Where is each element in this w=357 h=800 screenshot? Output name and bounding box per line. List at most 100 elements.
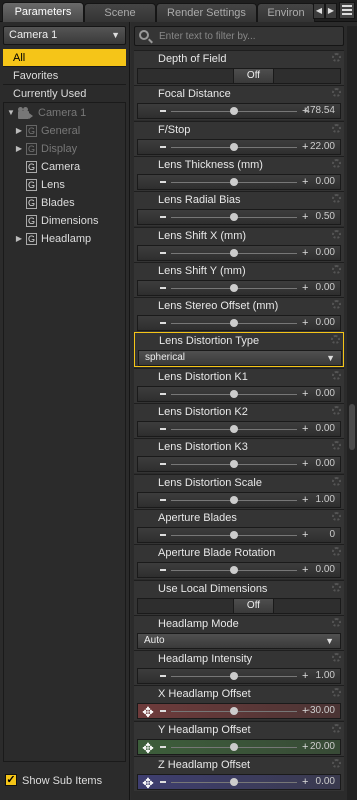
increment-icon[interactable]: + xyxy=(302,424,308,435)
slider-knob[interactable] xyxy=(230,283,238,292)
param-select[interactable]: spherical ▼ xyxy=(138,350,342,367)
gear-icon[interactable] xyxy=(332,511,341,521)
increment-icon[interactable]: + xyxy=(302,494,308,506)
scrollbar-thumb[interactable] xyxy=(349,404,355,450)
decrement-icon[interactable] xyxy=(160,392,166,395)
category-all[interactable]: All xyxy=(3,49,126,67)
param-value[interactable]: 20.00 xyxy=(310,741,335,752)
tab-render-settings[interactable]: Render Settings xyxy=(156,3,257,22)
param-slider[interactable]: +0.00 xyxy=(137,279,341,296)
param-slider[interactable]: ✥ +20.00 xyxy=(137,738,341,755)
expand-arrow-icon[interactable]: ▶ xyxy=(14,230,24,248)
gear-icon[interactable] xyxy=(332,723,341,733)
decrement-icon[interactable] xyxy=(160,145,166,148)
param-value[interactable]: 478.54 xyxy=(304,105,335,116)
param-slider[interactable]: +0.00 xyxy=(137,562,341,579)
param-slider[interactable]: +0.00 xyxy=(137,244,341,261)
gear-icon[interactable] xyxy=(332,759,341,768)
param-slider[interactable]: +0 xyxy=(137,526,341,543)
decrement-icon[interactable] xyxy=(160,463,166,466)
gear-icon[interactable] xyxy=(332,229,341,239)
decrement-icon[interactable] xyxy=(160,110,166,113)
decrement-icon[interactable] xyxy=(160,251,166,254)
param-value[interactable]: 0.00 xyxy=(316,776,335,787)
param-value[interactable]: 0.00 xyxy=(316,564,335,575)
expand-arrow-icon[interactable]: ▶ xyxy=(14,140,24,158)
param-value[interactable]: 0 xyxy=(329,529,335,540)
slider-knob[interactable] xyxy=(230,213,238,222)
tab-scroll-right-icon[interactable]: ▶ xyxy=(325,3,337,19)
gear-icon[interactable] xyxy=(332,547,341,557)
increment-icon[interactable]: + xyxy=(302,459,308,470)
slider-knob[interactable] xyxy=(230,319,238,328)
category-currently-used[interactable]: Currently Used xyxy=(3,85,126,103)
increment-icon[interactable]: + xyxy=(302,529,308,541)
param-slider[interactable]: +478.54 xyxy=(137,103,341,120)
increment-icon[interactable]: + xyxy=(302,565,308,576)
param-value[interactable]: 0.50 xyxy=(316,211,335,222)
param-value[interactable]: 0.00 xyxy=(316,247,335,258)
slider-knob[interactable] xyxy=(230,566,238,575)
gear-icon[interactable] xyxy=(332,53,341,62)
slider-knob[interactable] xyxy=(230,530,238,539)
move-icon[interactable]: ✥ xyxy=(141,705,155,719)
decrement-icon[interactable] xyxy=(160,781,166,783)
param-value[interactable]: 0.00 xyxy=(316,282,335,293)
param-value[interactable]: 0.00 xyxy=(316,388,335,399)
slider-knob[interactable] xyxy=(230,248,238,257)
decrement-icon[interactable] xyxy=(160,533,166,536)
filter-field[interactable] xyxy=(134,26,344,46)
slider-knob[interactable] xyxy=(230,495,238,504)
increment-icon[interactable]: + xyxy=(302,247,308,259)
param-slider[interactable]: +0.00 xyxy=(137,173,341,190)
param-slider[interactable]: +0.00 xyxy=(137,315,341,332)
decrement-icon[interactable] xyxy=(160,745,166,748)
gear-icon[interactable] xyxy=(332,88,341,98)
slider-knob[interactable] xyxy=(230,460,238,469)
param-value[interactable]: 1.00 xyxy=(316,670,335,681)
param-slider[interactable]: +1.00 xyxy=(137,668,341,685)
expand-arrow-icon[interactable]: ▼ xyxy=(6,104,16,122)
filter-input[interactable] xyxy=(159,28,339,44)
increment-icon[interactable]: + xyxy=(302,212,308,223)
param-value[interactable]: 0.00 xyxy=(316,423,335,434)
param-slider[interactable]: ✥ +0.00 xyxy=(137,774,341,790)
slider-knob[interactable] xyxy=(230,425,238,433)
increment-icon[interactable]: + xyxy=(302,176,308,188)
slider-knob[interactable] xyxy=(230,389,238,398)
decrement-icon[interactable] xyxy=(160,216,166,219)
decrement-icon[interactable] xyxy=(160,428,166,430)
scrollbar[interactable] xyxy=(347,26,357,800)
category-favorites[interactable]: Favorites xyxy=(3,67,126,85)
gear-icon[interactable] xyxy=(332,300,341,310)
slider-knob[interactable] xyxy=(230,142,238,151)
move-icon[interactable]: ✥ xyxy=(141,741,155,755)
param-slider[interactable]: +0.00 xyxy=(137,421,341,437)
increment-icon[interactable]: + xyxy=(302,318,308,329)
slider-knob[interactable] xyxy=(230,177,238,186)
param-slider[interactable]: +0.00 xyxy=(137,385,341,402)
tab-parameters[interactable]: Parameters xyxy=(2,2,84,22)
increment-icon[interactable]: + xyxy=(302,671,308,682)
param-value[interactable]: -30.00 xyxy=(307,705,335,716)
param-toggle-button[interactable]: Off xyxy=(233,597,274,614)
param-toggle-button[interactable]: Off xyxy=(233,68,274,84)
move-icon[interactable]: ✥ xyxy=(141,776,155,790)
param-value[interactable]: 0.00 xyxy=(316,317,335,328)
decrement-icon[interactable] xyxy=(160,710,166,713)
gear-icon[interactable] xyxy=(332,582,341,592)
slider-knob[interactable] xyxy=(230,672,238,681)
param-value[interactable]: 0.00 xyxy=(316,458,335,469)
tab-environment[interactable]: Environ xyxy=(257,3,315,22)
param-slider[interactable]: +0.50 xyxy=(137,209,341,226)
decrement-icon[interactable] xyxy=(160,675,166,678)
increment-icon[interactable]: + xyxy=(302,282,308,294)
param-slider[interactable]: ✥ + -30.00 xyxy=(137,703,341,720)
gear-icon[interactable] xyxy=(332,406,341,415)
gear-icon[interactable] xyxy=(332,688,341,698)
slider-knob[interactable] xyxy=(230,107,238,116)
gear-icon[interactable] xyxy=(332,194,341,204)
tab-scroll-left-icon[interactable]: ◀ xyxy=(313,3,325,19)
decrement-icon[interactable] xyxy=(160,286,166,289)
gear-icon[interactable] xyxy=(332,617,341,627)
